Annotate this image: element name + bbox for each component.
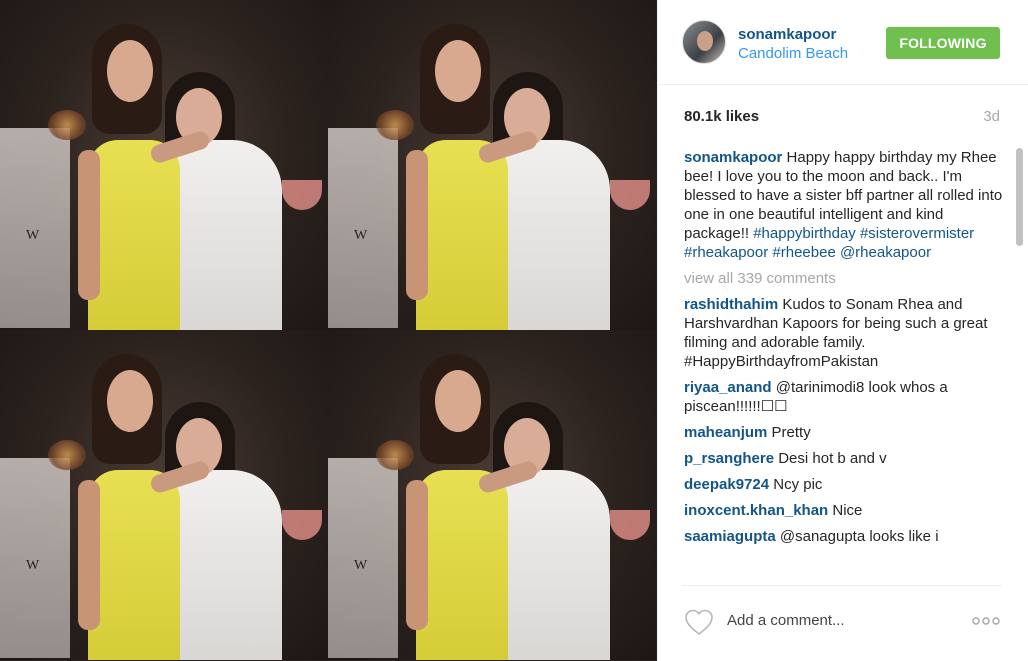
comment-item: riyaa_anand @tarinimodi8 look whos a pis… xyxy=(684,378,1004,416)
post-panel: sonamkapoor Candolim Beach FOLLOWING 80.… xyxy=(657,0,1028,661)
comment-author[interactable]: inoxcent.khan_khan xyxy=(684,502,828,519)
comment-item: deepak9724 Ncy pic xyxy=(684,475,1004,494)
more-options-icon[interactable] xyxy=(972,613,1000,629)
caption-author[interactable]: sonamkapoor xyxy=(684,149,782,166)
post-location[interactable]: Candolim Beach xyxy=(738,45,868,62)
comments-scrollbar[interactable] xyxy=(1016,148,1023,580)
caption: sonamkapoor Happy happy birthday my Rhee… xyxy=(684,148,1004,262)
comment-item: rashidthahim Kudos to Sonam Rhea and Har… xyxy=(684,295,1004,371)
photo-tile xyxy=(328,330,656,660)
comment-author[interactable]: riyaa_anand xyxy=(684,379,772,396)
comments-list[interactable]: sonamkapoor Happy happy birthday my Rhee… xyxy=(684,148,1004,580)
scrollbar-thumb[interactable] xyxy=(1016,148,1023,246)
following-button[interactable]: FOLLOWING xyxy=(886,27,1000,59)
comment-item: saamiagupta @sanagupta looks like i xyxy=(684,527,1004,546)
comment-text: Pretty xyxy=(771,424,811,441)
photo-tile xyxy=(0,330,328,660)
view-all-comments-link[interactable]: view all 339 comments xyxy=(684,269,1004,288)
comment-author[interactable]: p_rsanghere xyxy=(684,450,774,467)
comment-item: inoxcent.khan_khan Nice xyxy=(684,501,1004,520)
photo-tile xyxy=(328,0,656,330)
heart-icon[interactable] xyxy=(684,608,714,636)
add-comment-input[interactable] xyxy=(727,612,947,629)
comment-item: p_rsanghere Desi hot b and v xyxy=(684,449,1004,468)
comment-text: Nice xyxy=(832,502,863,519)
comment-footer xyxy=(682,585,1002,658)
comment-author[interactable]: deepak9724 xyxy=(684,476,769,493)
likes-count[interactable]: 80.1k likes xyxy=(684,108,759,125)
post-time[interactable]: 3d xyxy=(983,108,1000,125)
post-header: sonamkapoor Candolim Beach FOLLOWING xyxy=(658,0,1028,85)
comment-author[interactable]: maheanjum xyxy=(684,424,767,441)
comment-text: Ncy pic xyxy=(773,476,823,493)
comment-text: Desi hot b and v xyxy=(778,450,887,467)
comment-text: @sanagupta looks like i xyxy=(779,528,939,545)
photo-tile xyxy=(0,0,328,330)
post-username[interactable]: sonamkapoor xyxy=(738,26,836,43)
avatar[interactable] xyxy=(682,20,726,64)
comment-item: maheanjum Pretty xyxy=(684,423,1004,442)
comment-author[interactable]: rashidthahim xyxy=(684,296,778,313)
post-photo[interactable] xyxy=(0,0,657,661)
comment-author[interactable]: saamiagupta xyxy=(684,528,776,545)
